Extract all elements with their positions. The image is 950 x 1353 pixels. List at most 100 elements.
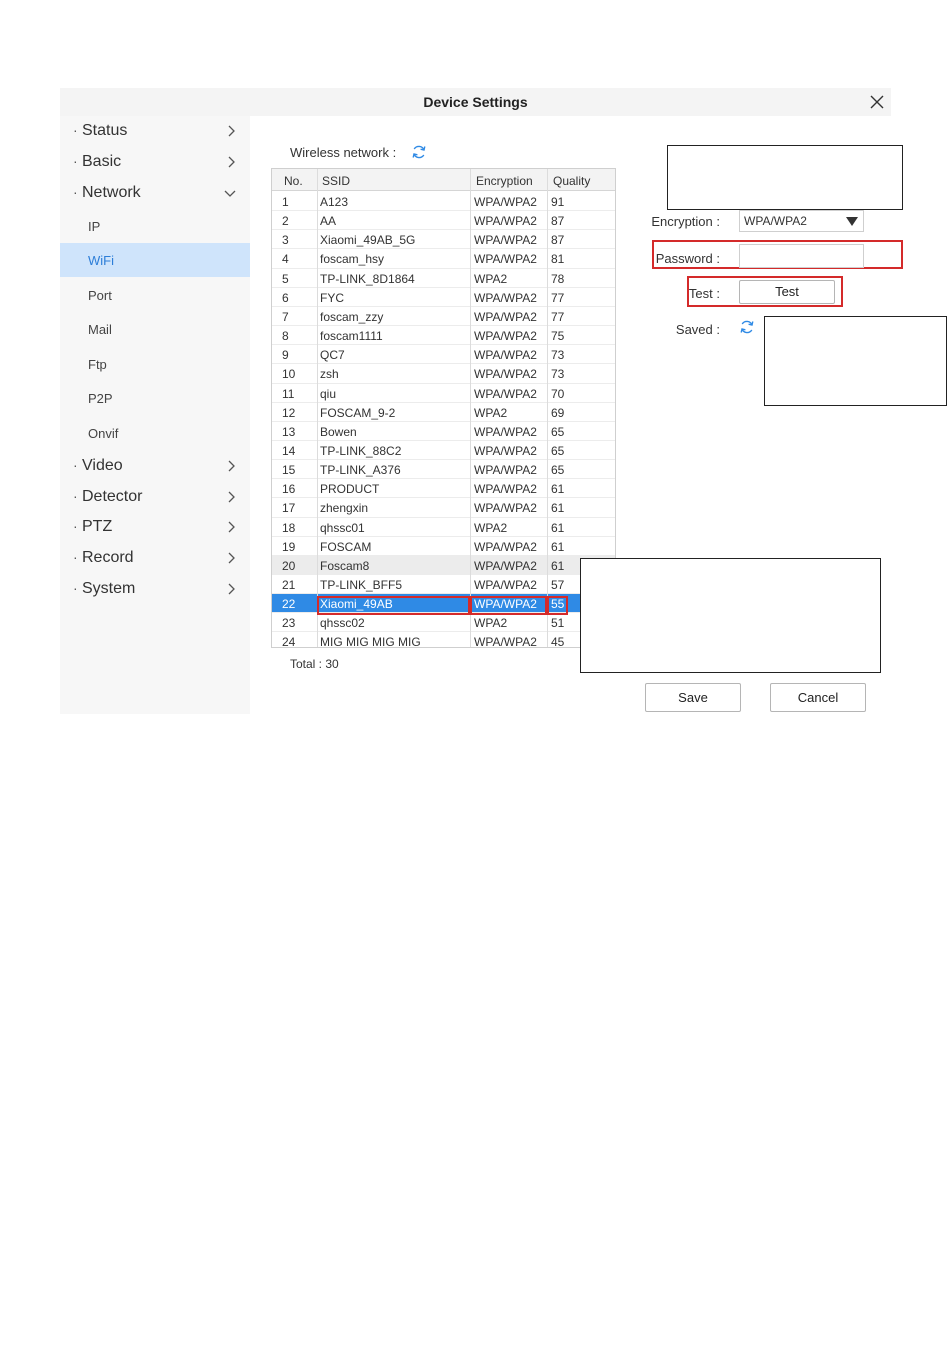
cell-no: 21	[282, 578, 296, 592]
window-title: Device Settings	[423, 94, 528, 110]
table-row[interactable]: 21 TP-LINK_BFF5 WPA/WPA2 57	[272, 575, 615, 595]
table-row[interactable]: 11 qiu WPA/WPA2 70	[272, 384, 615, 403]
table-row[interactable]: 5 TP-LINK_8D1864 WPA2 78	[272, 269, 615, 288]
cancel-button[interactable]: Cancel	[770, 683, 866, 712]
table-row[interactable]: 8 foscam1111 WPA/WPA2 75	[272, 326, 615, 346]
sidebar-item-label: Status	[82, 122, 128, 139]
sidebar-item-label: Network	[82, 184, 141, 201]
sidebar-subitem-mail[interactable]: Mail	[60, 312, 250, 346]
cell-quality: 51	[551, 616, 565, 631]
sidebar-subitem-wifi[interactable]: WiFi	[60, 243, 250, 277]
cell-no: 17	[282, 501, 296, 516]
table-row[interactable]: 12 FOSCAM_9-2 WPA2 69	[272, 403, 615, 422]
column-header-quality: Quality	[553, 174, 591, 188]
cell-encryption: WPA/WPA2	[474, 252, 537, 267]
table-row[interactable]: 16 PRODUCT WPA/WPA2 61	[272, 479, 615, 499]
sidebar-subitem-port[interactable]: Port	[60, 278, 250, 312]
sidebar-item-ptz[interactable]: · PTZ	[60, 512, 250, 542]
table-row[interactable]: 4 foscam_hsy WPA/WPA2 81	[272, 249, 615, 269]
table-row[interactable]: 15 TP-LINK_A376 WPA/WPA2 65	[272, 460, 615, 480]
bullet-icon: ·	[73, 549, 78, 565]
sidebar-item-detector[interactable]: · Detector	[60, 482, 250, 512]
cell-encryption: WPA2	[474, 271, 508, 286]
cell-ssid: PRODUCT	[320, 482, 380, 497]
cell-ssid: FOSCAM	[320, 539, 372, 554]
table-row[interactable]: 13 Bowen WPA/WPA2 65	[272, 422, 615, 441]
sidebar-item-system[interactable]: · System	[60, 574, 250, 604]
sidebar-subitem-ip[interactable]: IP	[60, 209, 250, 243]
cell-ssid: MIG MIG MIG MIG	[320, 635, 421, 648]
encryption-select[interactable]: WPA/WPA2	[739, 210, 864, 232]
sidebar-subitem-ftp[interactable]: Ftp	[60, 347, 250, 381]
sidebar-item-basic[interactable]: · Basic	[60, 147, 250, 177]
test-button[interactable]: Test	[739, 280, 835, 304]
table-row[interactable]: 17 zhengxin WPA/WPA2 61	[272, 498, 615, 518]
cell-ssid: FOSCAM_9-2	[320, 405, 396, 420]
sidebar-item-status[interactable]: · Status	[60, 116, 250, 146]
cell-ssid: zsh	[320, 367, 339, 382]
sidebar-subitem-label: Port	[88, 288, 112, 303]
table-row[interactable]: 2 AA WPA/WPA2 87	[272, 211, 615, 231]
chevron-right-icon	[228, 552, 235, 564]
sidebar-subitem-label: Ftp	[88, 357, 107, 372]
saved-label: Saved :	[675, 322, 720, 337]
table-row[interactable]: 10 zsh WPA/WPA2 73	[272, 364, 615, 384]
cell-no: 18	[282, 520, 296, 535]
cell-ssid: foscam_hsy	[320, 252, 385, 267]
table-row[interactable]: 20 Foscam8 WPA/WPA2 61	[272, 555, 615, 576]
cell-encryption: WPA/WPA2	[474, 329, 537, 344]
annotation-callout	[580, 558, 881, 673]
cell-no: 5	[282, 271, 289, 286]
sidebar-item-network[interactable]: · Network	[60, 178, 250, 208]
chevron-right-icon	[228, 491, 235, 503]
table-row[interactable]: 6 FYC WPA/WPA2 77	[272, 288, 615, 307]
cell-quality: 69	[551, 405, 565, 420]
cell-quality: 78	[551, 271, 565, 286]
cell-quality: 81	[551, 252, 565, 267]
table-row[interactable]: 7 foscam_zzy WPA/WPA2 77	[272, 307, 615, 327]
sidebar-item-video[interactable]: · Video	[60, 451, 250, 481]
cell-encryption: WPA/WPA2	[474, 309, 537, 324]
table-row[interactable]: 1 A123 WPA/WPA2 91	[272, 192, 615, 212]
table-row[interactable]: 23 qhssc02 WPA2 51	[272, 613, 615, 633]
table-row[interactable]: 9 QC7 WPA/WPA2 73	[272, 345, 615, 365]
refresh-icon[interactable]	[411, 144, 427, 160]
wireless-network-label: Wireless network :	[290, 145, 397, 160]
cell-no: 23	[282, 616, 296, 631]
column-divider	[547, 169, 548, 647]
chevron-right-icon	[228, 125, 235, 137]
table-row[interactable]: 18 qhssc01 WPA2 61	[272, 518, 615, 537]
cell-quality: 75	[551, 329, 565, 344]
cell-no: 9	[282, 348, 289, 363]
refresh-icon[interactable]	[739, 319, 755, 335]
cell-encryption: WPA/WPA2	[474, 443, 537, 458]
column-divider	[470, 169, 471, 647]
cell-encryption: WPA2	[474, 520, 508, 535]
sidebar-subitem-label: Mail	[88, 322, 112, 337]
column-divider	[317, 169, 318, 647]
cell-no: 1	[282, 195, 289, 209]
cell-no: 15	[282, 463, 296, 478]
table-row[interactable]: 14 TP-LINK_88C2 WPA/WPA2 65	[272, 441, 615, 461]
cell-ssid: AA	[320, 214, 337, 229]
table-row[interactable]: 24 MIG MIG MIG MIG WPA/WPA2 45	[272, 632, 615, 648]
table-row[interactable]: 19 FOSCAM WPA/WPA2 61	[272, 537, 615, 556]
password-input[interactable]	[739, 244, 864, 268]
cell-ssid: qhssc01	[320, 520, 365, 535]
cell-quality: 73	[551, 348, 565, 363]
column-header-encryption: Encryption	[476, 174, 533, 188]
cell-quality: 57	[551, 578, 565, 592]
cell-quality: 87	[551, 214, 565, 229]
encryption-label: Encryption :	[651, 214, 720, 229]
sidebar-subitem-onvif[interactable]: Onvif	[60, 416, 250, 450]
sidebar-item-record[interactable]: · Record	[60, 543, 250, 573]
bullet-icon: ·	[73, 457, 78, 473]
close-icon[interactable]	[867, 92, 887, 112]
save-button[interactable]: Save	[645, 683, 741, 712]
cell-ssid: Foscam8	[320, 558, 370, 573]
sidebar-item-label: System	[82, 580, 136, 597]
cell-no: 8	[282, 329, 289, 344]
sidebar-subitem-p2p[interactable]: P2P	[60, 381, 250, 415]
table-row[interactable]: 3 Xiaomi_49AB_5G WPA/WPA2 87	[272, 230, 615, 250]
annotation-callout	[667, 145, 903, 210]
